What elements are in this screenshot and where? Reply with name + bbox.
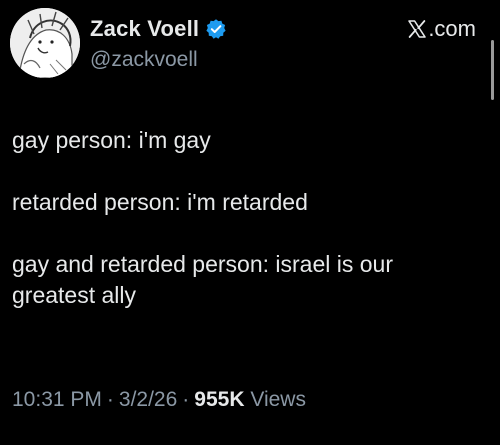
scrollbar[interactable] (491, 40, 494, 100)
views-label: Views (250, 388, 306, 411)
tweet-time[interactable]: 10:31 PM (12, 388, 102, 412)
tweet-line: gay and retarded person: israel is our (12, 251, 393, 277)
x-logo-icon (407, 19, 427, 39)
name-row: Zack Voell (90, 14, 227, 44)
tweet-line: gay person: i'm gay (12, 127, 211, 153)
site-domain: .com (428, 16, 476, 41)
avatar[interactable] (10, 8, 80, 78)
meta-separator: · (106, 388, 114, 411)
tweet-header: Zack Voell @zackvoell .com (10, 8, 480, 83)
tweet-meta: 10:31 PM · 3/2/26 · 955K Views (12, 388, 306, 412)
user-handle[interactable]: @zackvoell (90, 48, 227, 72)
display-name[interactable]: Zack Voell (90, 16, 199, 42)
tweet-line: greatest ally (12, 282, 137, 308)
views-count[interactable]: 955K (194, 388, 244, 412)
site-label: .com (407, 16, 476, 42)
verified-badge-icon (205, 18, 227, 40)
tweet-text: gay person: i'm gay retarded person: i'm… (12, 125, 482, 311)
tweet-line: retarded person: i'm retarded (12, 189, 308, 215)
tweet-screenshot: Zack Voell @zackvoell .com gay person: i… (0, 0, 500, 445)
meta-separator: · (182, 388, 190, 411)
tweet-date[interactable]: 3/2/26 (119, 388, 177, 412)
name-block: Zack Voell @zackvoell (90, 14, 227, 72)
